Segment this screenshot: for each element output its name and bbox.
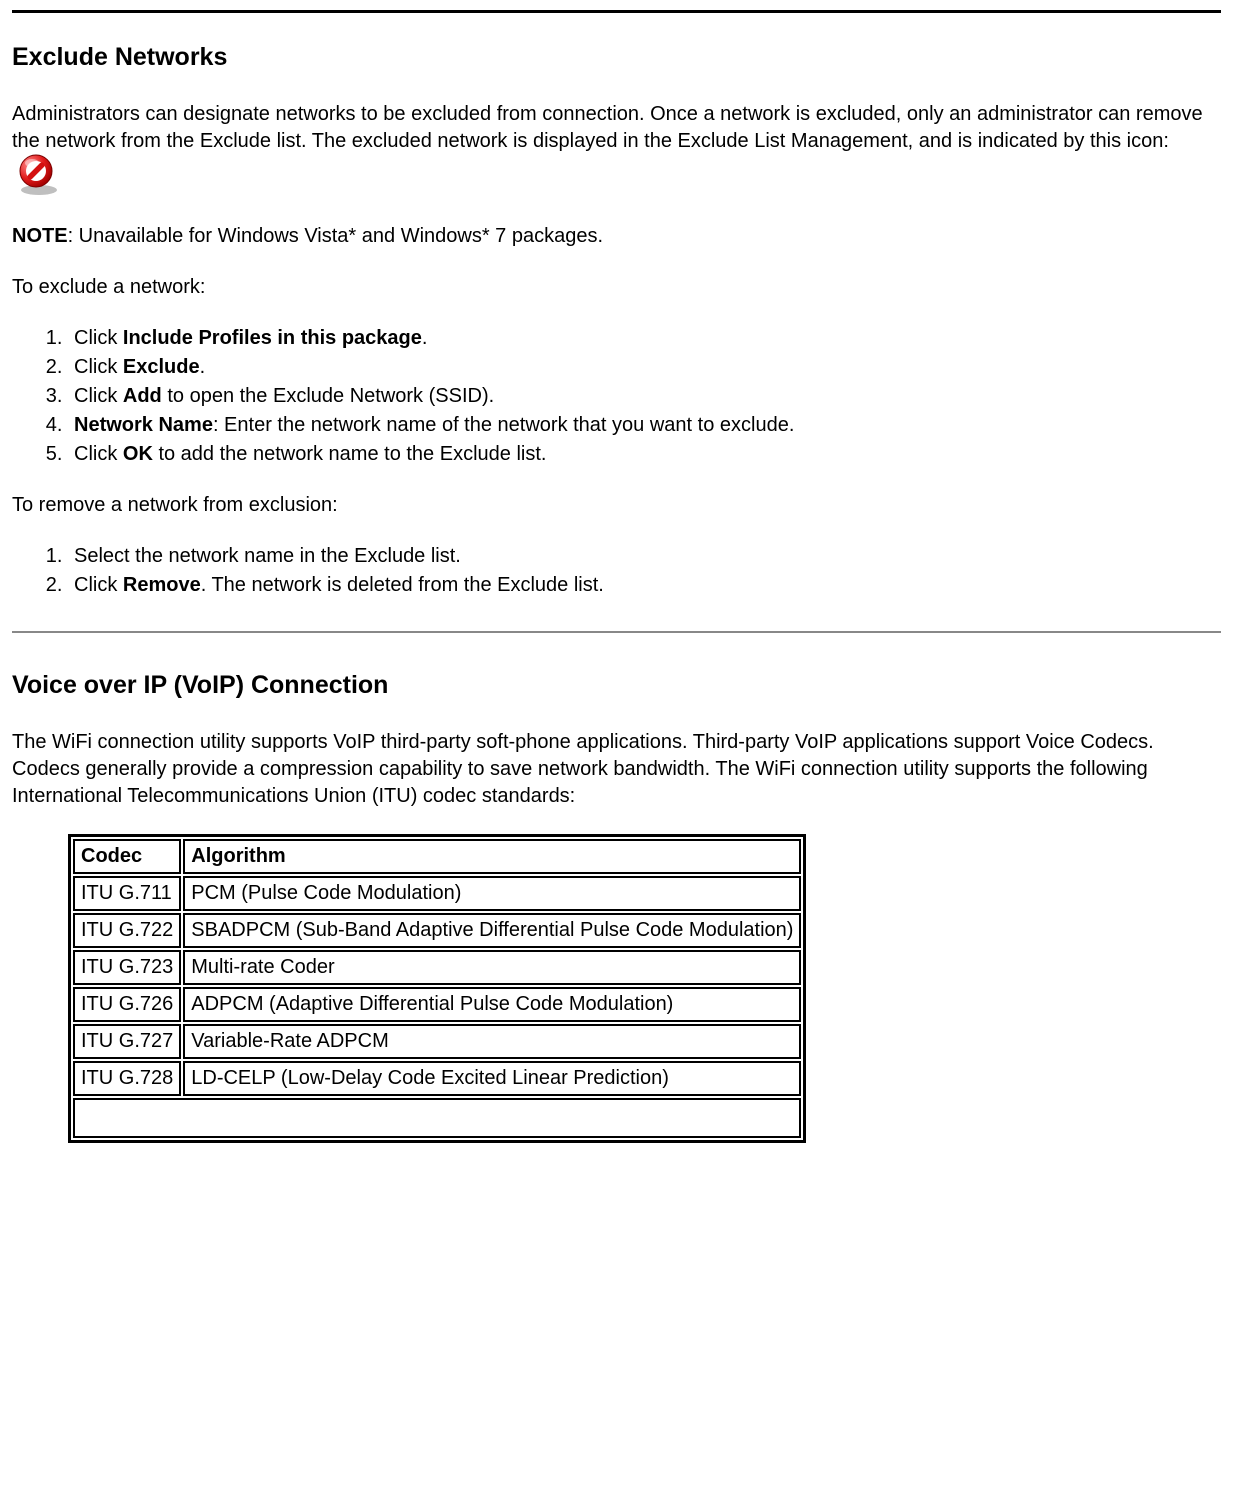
- section-heading-exclude-networks: Exclude Networks: [12, 41, 1221, 75]
- table-cell: ITU G.727: [73, 1024, 181, 1059]
- prohibit-icon: [16, 155, 60, 199]
- list-item-bold: Remove: [123, 574, 201, 596]
- list-item-bold: Network Name: [74, 414, 213, 436]
- exclude-steps-list: Click Include Profiles in this package. …: [12, 325, 1221, 468]
- table-header-algorithm: Algorithm: [183, 839, 801, 874]
- table-cell-empty: [73, 1098, 801, 1138]
- to-remove-intro: To remove a network from exclusion:: [12, 492, 1221, 519]
- exclude-intro-text: Administrators can designate networks to…: [12, 103, 1203, 152]
- section-divider: [12, 631, 1221, 633]
- remove-steps-list: Select the network name in the Exclude l…: [12, 543, 1221, 599]
- table-cell: ITU G.711: [73, 876, 181, 911]
- table-header-codec: Codec: [73, 839, 181, 874]
- list-item-post: .: [422, 327, 428, 349]
- table-cell: Variable-Rate ADPCM: [183, 1024, 801, 1059]
- voip-intro-paragraph: The WiFi connection utility supports VoI…: [12, 729, 1221, 810]
- table-header-row: Codec Algorithm: [73, 839, 801, 874]
- list-item-pre: Click: [74, 385, 123, 407]
- list-item-post: : Enter the network name of the network …: [213, 414, 794, 436]
- note-label: NOTE: [12, 225, 68, 247]
- table-cell: SBADPCM (Sub-Band Adaptive Differential …: [183, 913, 801, 948]
- table-cell: Multi-rate Coder: [183, 950, 801, 985]
- table-row: ITU G.727 Variable-Rate ADPCM: [73, 1024, 801, 1059]
- list-item-post: . The network is deleted from the Exclud…: [201, 574, 604, 596]
- list-item-bold: OK: [123, 443, 153, 465]
- section-heading-voip: Voice over IP (VoIP) Connection: [12, 669, 1221, 703]
- table-row: ITU G.728 LD-CELP (Low-Delay Code Excite…: [73, 1061, 801, 1096]
- list-item: Click Add to open the Exclude Network (S…: [68, 383, 1221, 410]
- table-cell: ITU G.722: [73, 913, 181, 948]
- note-text: : Unavailable for Windows Vista* and Win…: [68, 225, 603, 247]
- list-item-pre: Click: [74, 574, 123, 596]
- list-item-post: to open the Exclude Network (SSID).: [162, 385, 494, 407]
- table-cell: ITU G.723: [73, 950, 181, 985]
- table-row: ITU G.726 ADPCM (Adaptive Differential P…: [73, 987, 801, 1022]
- list-item: Click Include Profiles in this package.: [68, 325, 1221, 352]
- list-item-bold: Include Profiles in this package: [123, 327, 422, 349]
- list-item-bold: Add: [123, 385, 162, 407]
- note-paragraph: NOTE: Unavailable for Windows Vista* and…: [12, 223, 1221, 250]
- codec-table: Codec Algorithm ITU G.711 PCM (Pulse Cod…: [68, 834, 806, 1143]
- list-item-bold: Exclude: [123, 356, 200, 378]
- list-item-pre: Select the network name in the Exclude l…: [74, 545, 461, 567]
- list-item-pre: Click: [74, 443, 123, 465]
- list-item: Click Exclude.: [68, 354, 1221, 381]
- table-row: ITU G.711 PCM (Pulse Code Modulation): [73, 876, 801, 911]
- table-row: ITU G.722 SBADPCM (Sub-Band Adaptive Dif…: [73, 913, 801, 948]
- list-item-post: to add the network name to the Exclude l…: [153, 443, 547, 465]
- table-cell: ITU G.728: [73, 1061, 181, 1096]
- table-row-empty: [73, 1098, 801, 1138]
- table-cell: ITU G.726: [73, 987, 181, 1022]
- list-item: Click OK to add the network name to the …: [68, 441, 1221, 468]
- list-item: Click Remove. The network is deleted fro…: [68, 572, 1221, 599]
- list-item: Network Name: Enter the network name of …: [68, 412, 1221, 439]
- list-item-post: .: [200, 356, 206, 378]
- table-cell: LD-CELP (Low-Delay Code Excited Linear P…: [183, 1061, 801, 1096]
- table-cell: PCM (Pulse Code Modulation): [183, 876, 801, 911]
- list-item-pre: Click: [74, 327, 123, 349]
- list-item-pre: Click: [74, 356, 123, 378]
- codec-table-wrap: Codec Algorithm ITU G.711 PCM (Pulse Cod…: [68, 834, 806, 1143]
- table-cell: ADPCM (Adaptive Differential Pulse Code …: [183, 987, 801, 1022]
- table-row: ITU G.723 Multi-rate Coder: [73, 950, 801, 985]
- exclude-intro-paragraph: Administrators can designate networks to…: [12, 101, 1221, 199]
- to-exclude-intro: To exclude a network:: [12, 274, 1221, 301]
- page-top-rule: [12, 10, 1221, 13]
- list-item: Select the network name in the Exclude l…: [68, 543, 1221, 570]
